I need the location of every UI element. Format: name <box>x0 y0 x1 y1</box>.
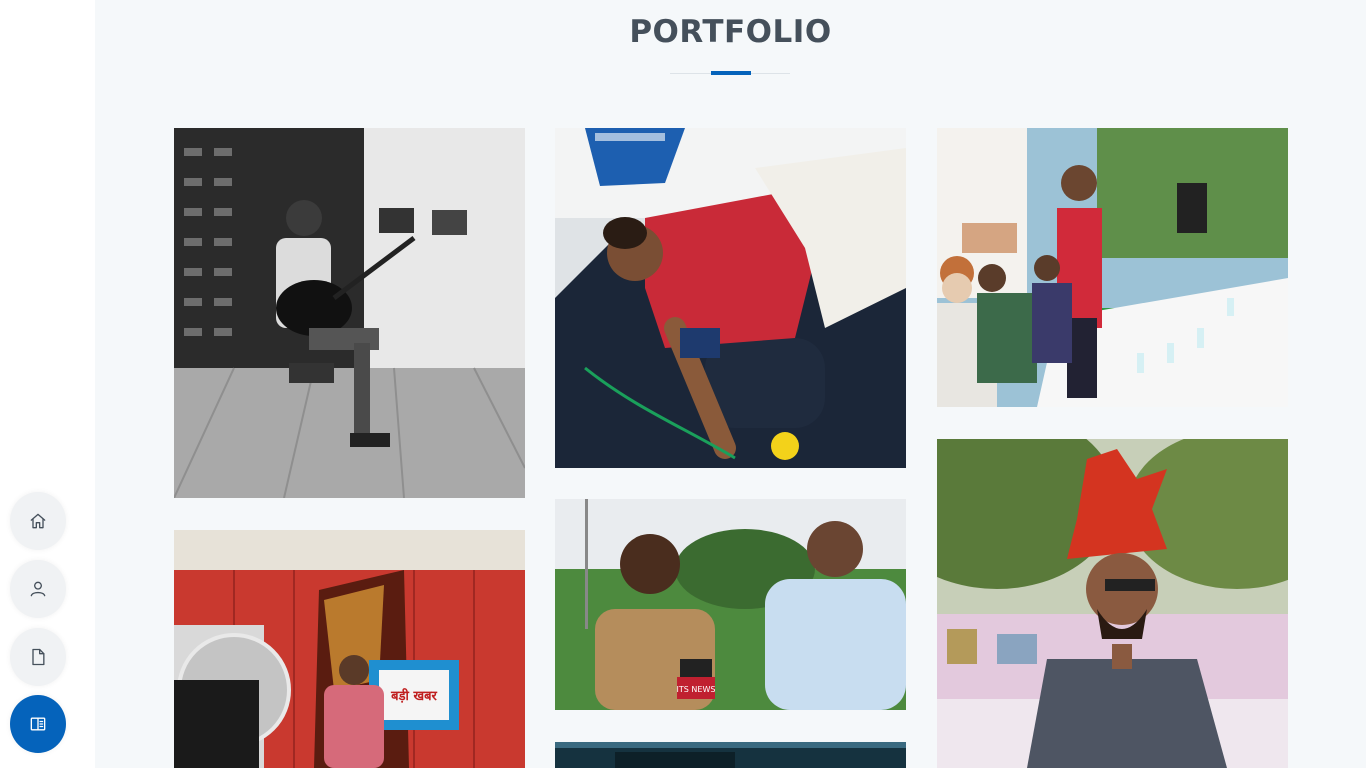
home-icon <box>30 513 46 529</box>
title-accent-bar <box>711 71 751 75</box>
portfolio-item-turban-portrait[interactable] <box>937 439 1288 768</box>
portfolio-item-field-interview[interactable]: ITS NEWS <box>555 499 906 710</box>
nav-home-button[interactable] <box>10 492 66 550</box>
portfolio-item-event-speech[interactable] <box>937 128 1288 407</box>
person-icon <box>30 581 46 597</box>
section-title: PORTFOLIO <box>629 14 832 50</box>
portfolio-item-blood-donation[interactable] <box>555 128 906 468</box>
screen-headline: बड़ी खबर <box>390 688 437 704</box>
portfolio-icon <box>30 717 46 731</box>
mic-flag-label: ITS NEWS <box>677 685 716 694</box>
nav-about-button[interactable] <box>10 560 66 618</box>
portfolio-item-partial[interactable] <box>555 742 906 768</box>
nav-portfolio-button[interactable] <box>10 695 66 753</box>
portfolio-item-studio-presenter[interactable]: बड़ी खबर <box>174 530 525 768</box>
portfolio-item-guitarist[interactable] <box>174 128 525 498</box>
file-icon <box>32 648 45 666</box>
nav-resume-button[interactable] <box>10 628 66 686</box>
